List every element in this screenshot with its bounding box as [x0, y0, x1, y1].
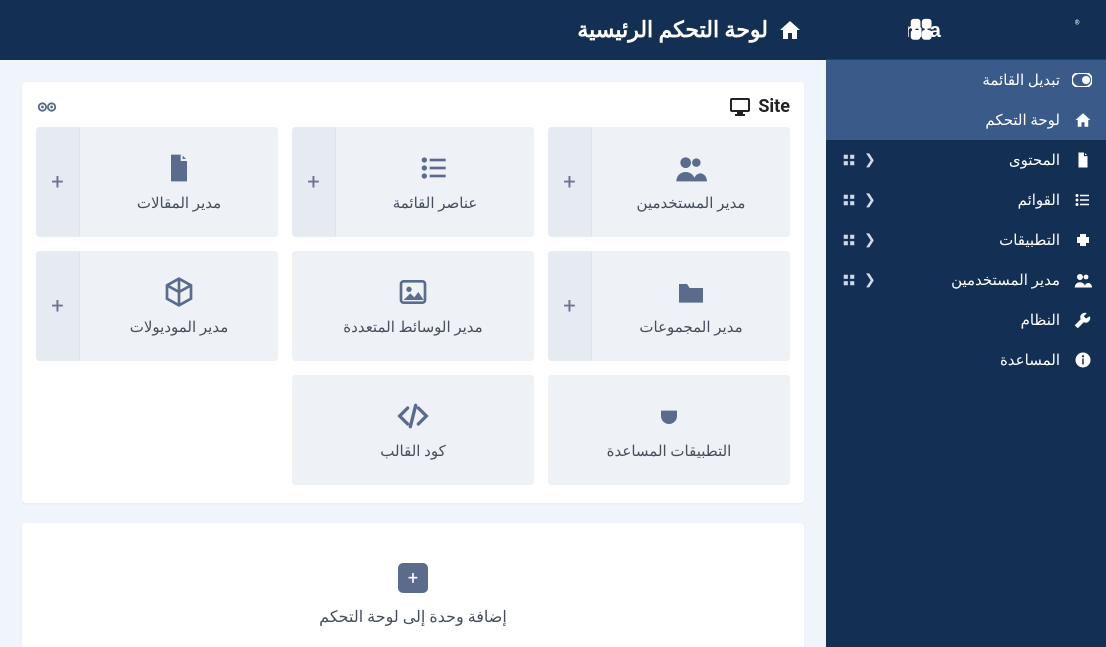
nav: لوحة التحكمالمحتوى❮القوائم❮التطبيقات❮مدي…	[826, 100, 1106, 380]
tile-label: مدير الوسائط المتعددة	[343, 318, 482, 336]
chevron-left-icon: ❮	[858, 192, 882, 208]
panel-settings-button[interactable]	[36, 98, 58, 116]
folder-icon	[675, 276, 707, 308]
grid-icon[interactable]	[840, 153, 858, 167]
sidebar: Joomla! ® تبديل القائمة لوحة التحكمالمح	[826, 0, 1106, 647]
nav-content[interactable]: المحتوى❮	[826, 140, 1106, 180]
tile-label: مدير المجموعات	[639, 318, 742, 336]
tile-button[interactable]: مدير الموديولات	[80, 251, 278, 361]
add-module-label: إضافة وحدة إلى لوحة التحكم	[319, 607, 507, 626]
tile-add-button[interactable]: +	[548, 127, 592, 237]
file-icon	[163, 152, 195, 184]
tile-button[interactable]: عناصر القائمة	[336, 127, 534, 237]
tile-add-button[interactable]: +	[548, 251, 592, 361]
tile-button[interactable]: مدير الوسائط المتعددة	[292, 251, 534, 361]
tile-button[interactable]: كود القالب	[292, 375, 534, 485]
file-icon	[1068, 151, 1092, 169]
menu-toggle[interactable]: تبديل القائمة	[826, 60, 1106, 100]
nav-label: النظام	[840, 311, 1060, 329]
desktop-icon	[730, 98, 750, 116]
chevron-left-icon: ❮	[858, 272, 882, 288]
main: لوحة التحكم الرئيسية Site مدير المستخدمي…	[0, 0, 826, 647]
home-icon	[778, 18, 802, 42]
nav-system[interactable]: النظام	[826, 300, 1106, 340]
page-title: لوحة التحكم الرئيسية	[577, 18, 768, 43]
site-panel: Site مدير المستخدمين+عناصر القائمة+مدير …	[22, 82, 804, 503]
brand-logo: Joomla! ®	[826, 0, 1106, 60]
tile-button[interactable]: مدير المجموعات	[592, 251, 790, 361]
nav-label: لوحة التحكم	[840, 111, 1060, 129]
nav-label: القوائم	[882, 191, 1060, 209]
tile-cube: مدير الموديولات +	[36, 251, 278, 361]
topbar: لوحة التحكم الرئيسية	[0, 0, 826, 60]
list-icon	[419, 152, 451, 184]
add-module-panel[interactable]: + إضافة وحدة إلى لوحة التحكم	[22, 523, 804, 647]
nav-users[interactable]: مدير المستخدمين❮	[826, 260, 1106, 300]
tile-button[interactable]: مدير المستخدمين	[592, 127, 790, 237]
toggle-icon	[1068, 73, 1092, 87]
tile-file: مدير المقالات +	[36, 127, 278, 237]
wrench-icon	[1068, 311, 1092, 329]
nav-label: المحتوى	[882, 151, 1060, 169]
svg-text:®: ®	[1075, 18, 1080, 26]
users-icon	[675, 152, 707, 184]
grid-icon[interactable]	[840, 273, 858, 287]
grid-icon[interactable]	[840, 233, 858, 247]
chevron-left-icon: ❮	[858, 232, 882, 248]
panel-title-text: Site	[758, 96, 790, 117]
nav-menus[interactable]: القوائم❮	[826, 180, 1106, 220]
tile-image: مدير الوسائط المتعددة	[292, 251, 534, 361]
panel-title: Site	[730, 96, 790, 117]
nav-label: المساعدة	[840, 351, 1060, 369]
tile-label: كود القالب	[380, 442, 446, 460]
plug-icon	[653, 400, 685, 432]
list-icon	[1068, 191, 1092, 209]
plus-icon: +	[398, 563, 428, 593]
nav-components[interactable]: التطبيقات❮	[826, 220, 1106, 260]
info-icon	[1068, 351, 1092, 369]
tile-code: كود القالب	[292, 375, 534, 485]
tile-users: مدير المستخدمين +	[548, 127, 790, 237]
cube-icon	[163, 276, 195, 308]
users-icon	[1068, 271, 1092, 289]
chevron-left-icon: ❮	[858, 152, 882, 168]
tile-plug: التطبيقات المساعدة	[548, 375, 790, 485]
nav-label: التطبيقات	[882, 231, 1060, 249]
tile-label: عناصر القائمة	[393, 194, 478, 212]
tile-add-button[interactable]: +	[36, 251, 80, 361]
tile-grid: مدير المستخدمين+عناصر القائمة+مدير المقا…	[36, 127, 790, 485]
menu-toggle-label: تبديل القائمة	[840, 71, 1060, 89]
tile-label: مدير الموديولات	[130, 318, 229, 336]
tile-label: التطبيقات المساعدة	[607, 442, 732, 460]
tile-button[interactable]: مدير المقالات	[80, 127, 278, 237]
grid-icon[interactable]	[840, 193, 858, 207]
tile-list: عناصر القائمة +	[292, 127, 534, 237]
content: Site مدير المستخدمين+عناصر القائمة+مدير …	[0, 60, 826, 647]
tile-add-button[interactable]: +	[292, 127, 336, 237]
nav-help[interactable]: المساعدة	[826, 340, 1106, 380]
tile-add-button[interactable]: +	[36, 127, 80, 237]
code-icon	[397, 400, 429, 432]
image-icon	[397, 276, 429, 308]
tile-label: مدير المقالات	[137, 194, 221, 212]
tile-label: مدير المستخدمين	[637, 194, 746, 212]
puzzle-icon	[1068, 231, 1092, 249]
home-icon	[1068, 111, 1092, 129]
nav-label: مدير المستخدمين	[882, 271, 1060, 289]
nav-dashboard[interactable]: لوحة التحكم	[826, 100, 1106, 140]
tile-folder: مدير المجموعات +	[548, 251, 790, 361]
tile-button[interactable]: التطبيقات المساعدة	[548, 375, 790, 485]
